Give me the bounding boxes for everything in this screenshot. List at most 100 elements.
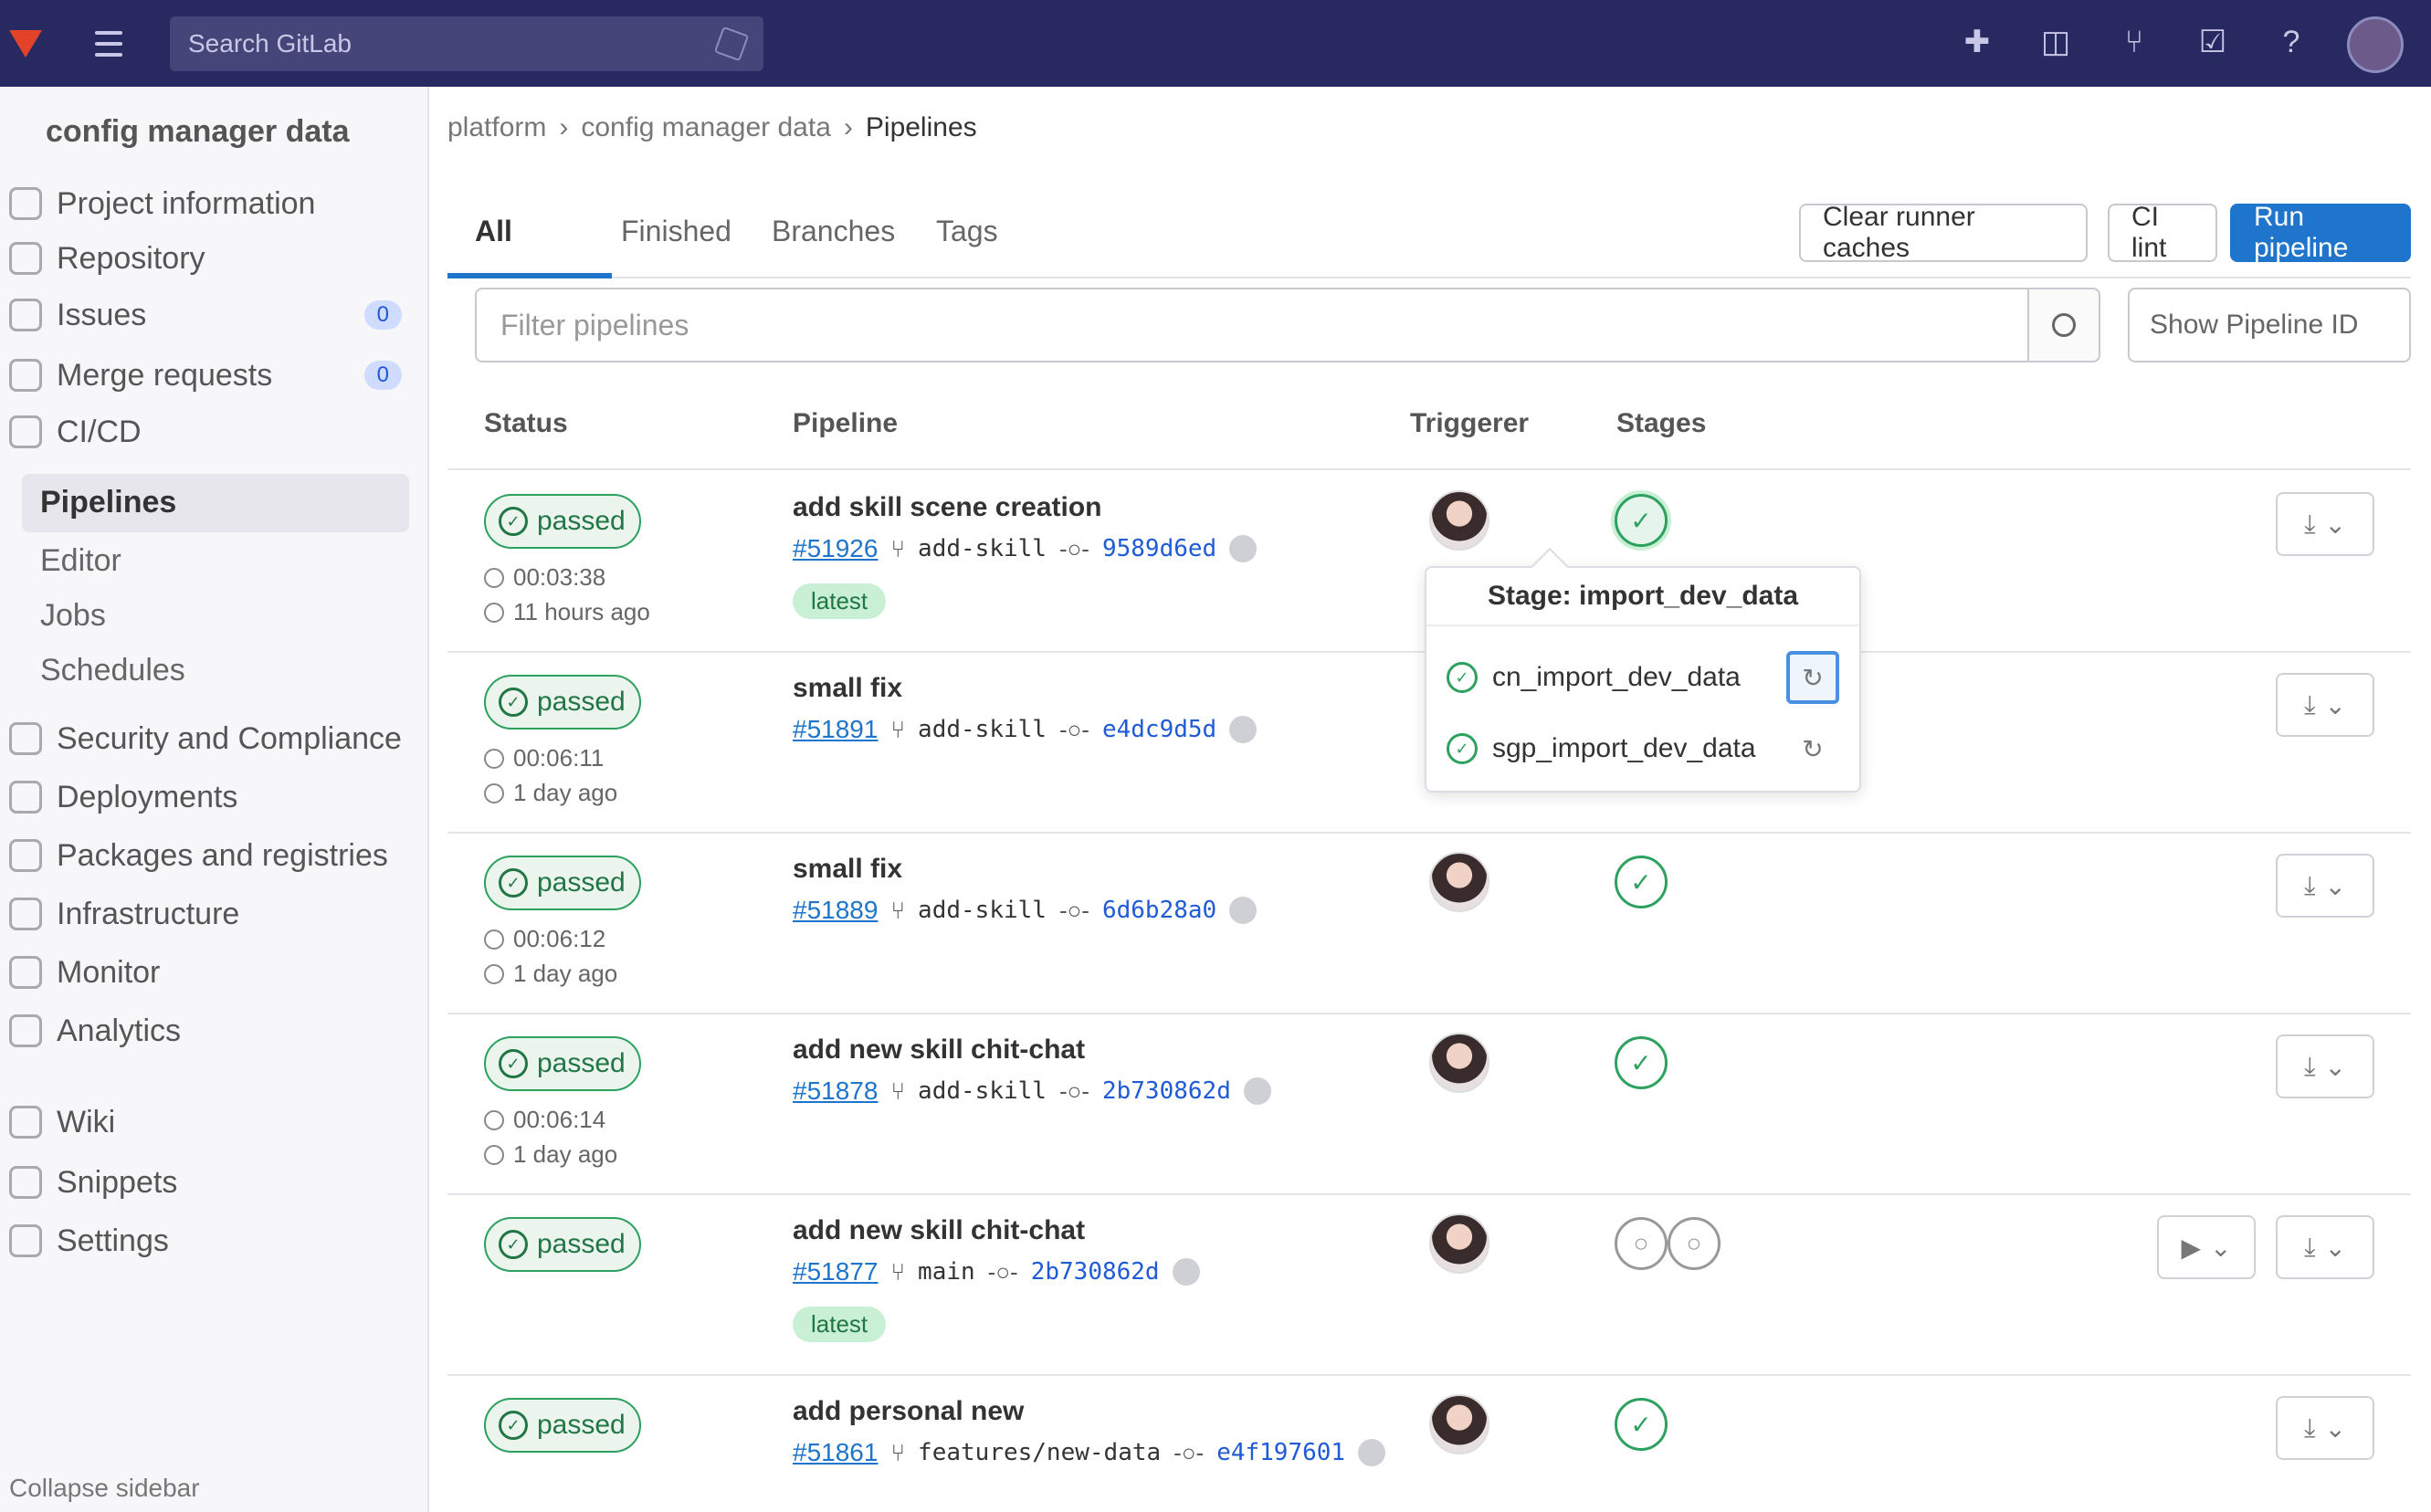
play-manual-jobs-button[interactable]: ▶ ⌄ bbox=[2157, 1215, 2256, 1279]
job-item-sgp-import[interactable]: ✓ sgp_import_dev_data ↻ bbox=[1447, 721, 1839, 776]
triggerer-avatar[interactable] bbox=[1429, 1033, 1489, 1093]
download-artifacts-button[interactable]: ⤓ ⌄ bbox=[2276, 854, 2374, 918]
commit-author-avatar[interactable] bbox=[1243, 1077, 1271, 1105]
commit-sha-link[interactable]: e4f197601 bbox=[1216, 1439, 1345, 1466]
commit-title[interactable]: small fix bbox=[793, 673, 902, 704]
status-badge[interactable]: ✓ passed bbox=[484, 856, 641, 910]
download-artifacts-button[interactable]: ⤓ ⌄ bbox=[2276, 1215, 2374, 1279]
status-badge[interactable]: ✓ passed bbox=[484, 1217, 641, 1272]
sidebar-item-monitor[interactable]: Monitor bbox=[9, 947, 411, 998]
user-avatar-icon[interactable] bbox=[2347, 16, 2404, 73]
ci-lint-button[interactable]: CI lint bbox=[2108, 202, 2217, 263]
collapse-sidebar-button[interactable]: Collapse sidebar bbox=[9, 1474, 200, 1503]
breadcrumb-project[interactable]: config manager data bbox=[581, 112, 831, 143]
pipeline-id-link[interactable]: #51861 bbox=[793, 1438, 878, 1467]
filter-search-button[interactable] bbox=[2027, 288, 2100, 362]
sidebar-item-packages[interactable]: Packages and registries bbox=[9, 830, 411, 881]
commit-sha-link[interactable]: 6d6b28a0 bbox=[1102, 897, 1216, 924]
sidebar-item-merge-requests[interactable]: Merge requests 0 bbox=[9, 350, 411, 401]
commit-author-avatar[interactable] bbox=[1172, 1258, 1200, 1286]
breadcrumb-group[interactable]: platform bbox=[447, 112, 546, 143]
branch-name[interactable]: features/new-data bbox=[918, 1439, 1161, 1466]
gitlab-logo-icon[interactable] bbox=[9, 25, 47, 63]
run-pipeline-button[interactable]: Run pipeline bbox=[2230, 202, 2411, 263]
pipeline-id-select[interactable]: Show Pipeline ID bbox=[2128, 288, 2411, 362]
stage-build-icon[interactable]: ○ bbox=[1615, 1217, 1668, 1270]
commit-author-avatar[interactable] bbox=[1229, 535, 1258, 562]
pipeline-id-link[interactable]: #51891 bbox=[793, 715, 878, 744]
stage-deploy-icon[interactable]: ○ bbox=[1668, 1217, 1721, 1270]
commit-author-avatar[interactable] bbox=[1229, 716, 1258, 743]
sidebar-item-cicd[interactable]: CI/CD bbox=[9, 406, 411, 457]
stage-import-dev-data-icon[interactable]: ✓ bbox=[1615, 1398, 1668, 1451]
commit-author-avatar[interactable] bbox=[1229, 897, 1258, 924]
sidebar-item-security-compliance[interactable]: Security and Compliance bbox=[9, 713, 411, 764]
stage-import-dev-data-icon[interactable]: ✓ bbox=[1615, 1036, 1668, 1089]
branch-name[interactable]: add-skill bbox=[918, 535, 1047, 562]
download-artifacts-button[interactable]: ⤓ ⌄ bbox=[2276, 492, 2374, 556]
pipeline-id-link[interactable]: #51877 bbox=[793, 1257, 878, 1286]
commit-sha-link[interactable]: 2b730862d bbox=[1031, 1258, 1160, 1286]
commit-title[interactable]: add new skill chit-chat bbox=[793, 1034, 1085, 1066]
sidebar-item-issues[interactable]: Issues 0 bbox=[9, 289, 411, 341]
download-artifacts-button[interactable]: ⤓ ⌄ bbox=[2276, 1396, 2374, 1460]
download-artifacts-button[interactable]: ⤓ ⌄ bbox=[2276, 1034, 2374, 1098]
commit-sha-link[interactable]: 9589d6ed bbox=[1102, 535, 1216, 562]
stage-import-dev-data-icon[interactable]: ✓ bbox=[1615, 856, 1668, 908]
commit-sha-link[interactable]: e4dc9d5d bbox=[1102, 716, 1216, 743]
status-badge[interactable]: ✓ passed bbox=[484, 494, 641, 549]
status-badge[interactable]: ✓ passed bbox=[484, 1398, 641, 1453]
sidebar-subitem-editor[interactable]: Editor bbox=[40, 543, 121, 579]
triggerer-avatar[interactable] bbox=[1429, 1213, 1489, 1274]
pipeline-id-link[interactable]: #51926 bbox=[793, 534, 878, 563]
sidebar-item-settings[interactable]: Settings bbox=[9, 1215, 411, 1266]
issues-icon[interactable]: ◫ bbox=[2033, 16, 2078, 68]
commit-title[interactable]: add new skill chit-chat bbox=[793, 1215, 1085, 1246]
sidebar-item-analytics[interactable]: Analytics bbox=[9, 1005, 411, 1056]
commit-title[interactable]: small fix bbox=[793, 854, 902, 885]
sidebar-item-wiki[interactable]: Wiki bbox=[9, 1097, 411, 1148]
commit-title[interactable]: add skill scene creation bbox=[793, 492, 1101, 523]
pipeline-id-link[interactable]: #51889 bbox=[793, 896, 878, 925]
sidebar-item-infrastructure[interactable]: Infrastructure bbox=[9, 888, 411, 940]
triggerer-avatar[interactable] bbox=[1429, 852, 1489, 912]
sidebar-item-repository[interactable]: Repository bbox=[9, 233, 411, 284]
status-badge[interactable]: ✓ passed bbox=[484, 675, 641, 730]
tab-tags[interactable]: Tags bbox=[936, 215, 998, 248]
sidebar-item-project-information[interactable]: Project information bbox=[9, 178, 411, 229]
merge-requests-icon[interactable]: ⑂ bbox=[2111, 16, 2157, 68]
status-badge[interactable]: ✓ passed bbox=[484, 1036, 641, 1091]
sidebar-subitem-schedules[interactable]: Schedules bbox=[40, 653, 185, 688]
global-search-input[interactable]: Search GitLab bbox=[170, 16, 763, 71]
tab-all[interactable]: All bbox=[475, 215, 512, 248]
todos-icon[interactable]: ☑ bbox=[2190, 16, 2236, 68]
branch-name[interactable]: main bbox=[918, 1258, 975, 1286]
sidebar-item-deployments[interactable]: Deployments bbox=[9, 772, 411, 823]
clear-runner-caches-button[interactable]: Clear runner caches bbox=[1799, 202, 2088, 263]
commit-sha-link[interactable]: 2b730862d bbox=[1102, 1077, 1231, 1105]
tab-finished[interactable]: Finished bbox=[621, 215, 731, 248]
pipeline-id-link[interactable]: #51878 bbox=[793, 1076, 878, 1106]
triggerer-avatar[interactable] bbox=[1429, 1394, 1489, 1454]
sidebar-item-snippets[interactable]: Snippets bbox=[9, 1157, 411, 1208]
branch-name[interactable]: add-skill bbox=[918, 1077, 1047, 1105]
triggerer-avatar[interactable] bbox=[1429, 490, 1489, 551]
tab-branches[interactable]: Branches bbox=[772, 215, 895, 248]
branch-name[interactable]: add-skill bbox=[918, 897, 1047, 924]
stage-import-dev-data-icon[interactable]: ✓ bbox=[1615, 494, 1668, 547]
commit-title[interactable]: add personal new bbox=[793, 1396, 1024, 1427]
sidebar-subitem-pipelines[interactable]: Pipelines bbox=[22, 474, 409, 532]
plus-icon[interactable]: ✚ bbox=[1954, 16, 2000, 68]
retry-icon[interactable]: ↻ bbox=[1786, 722, 1839, 775]
project-name[interactable]: config manager data bbox=[46, 114, 350, 150]
sidebar-subitem-jobs[interactable]: Jobs bbox=[40, 598, 106, 634]
help-icon[interactable]: ? bbox=[2268, 16, 2314, 68]
menu-icon[interactable] bbox=[84, 19, 133, 68]
chevron-down-icon: ⌄ bbox=[2324, 509, 2346, 539]
commit-author-avatar[interactable] bbox=[1358, 1439, 1386, 1466]
job-item-cn-import[interactable]: ✓ cn_import_dev_data ↻ bbox=[1447, 650, 1839, 705]
download-artifacts-button[interactable]: ⤓ ⌄ bbox=[2276, 673, 2374, 737]
branch-name[interactable]: add-skill bbox=[918, 716, 1047, 743]
filter-pipelines-input[interactable]: Filter pipelines bbox=[475, 288, 2064, 362]
retry-icon[interactable]: ↻ bbox=[1786, 651, 1839, 704]
